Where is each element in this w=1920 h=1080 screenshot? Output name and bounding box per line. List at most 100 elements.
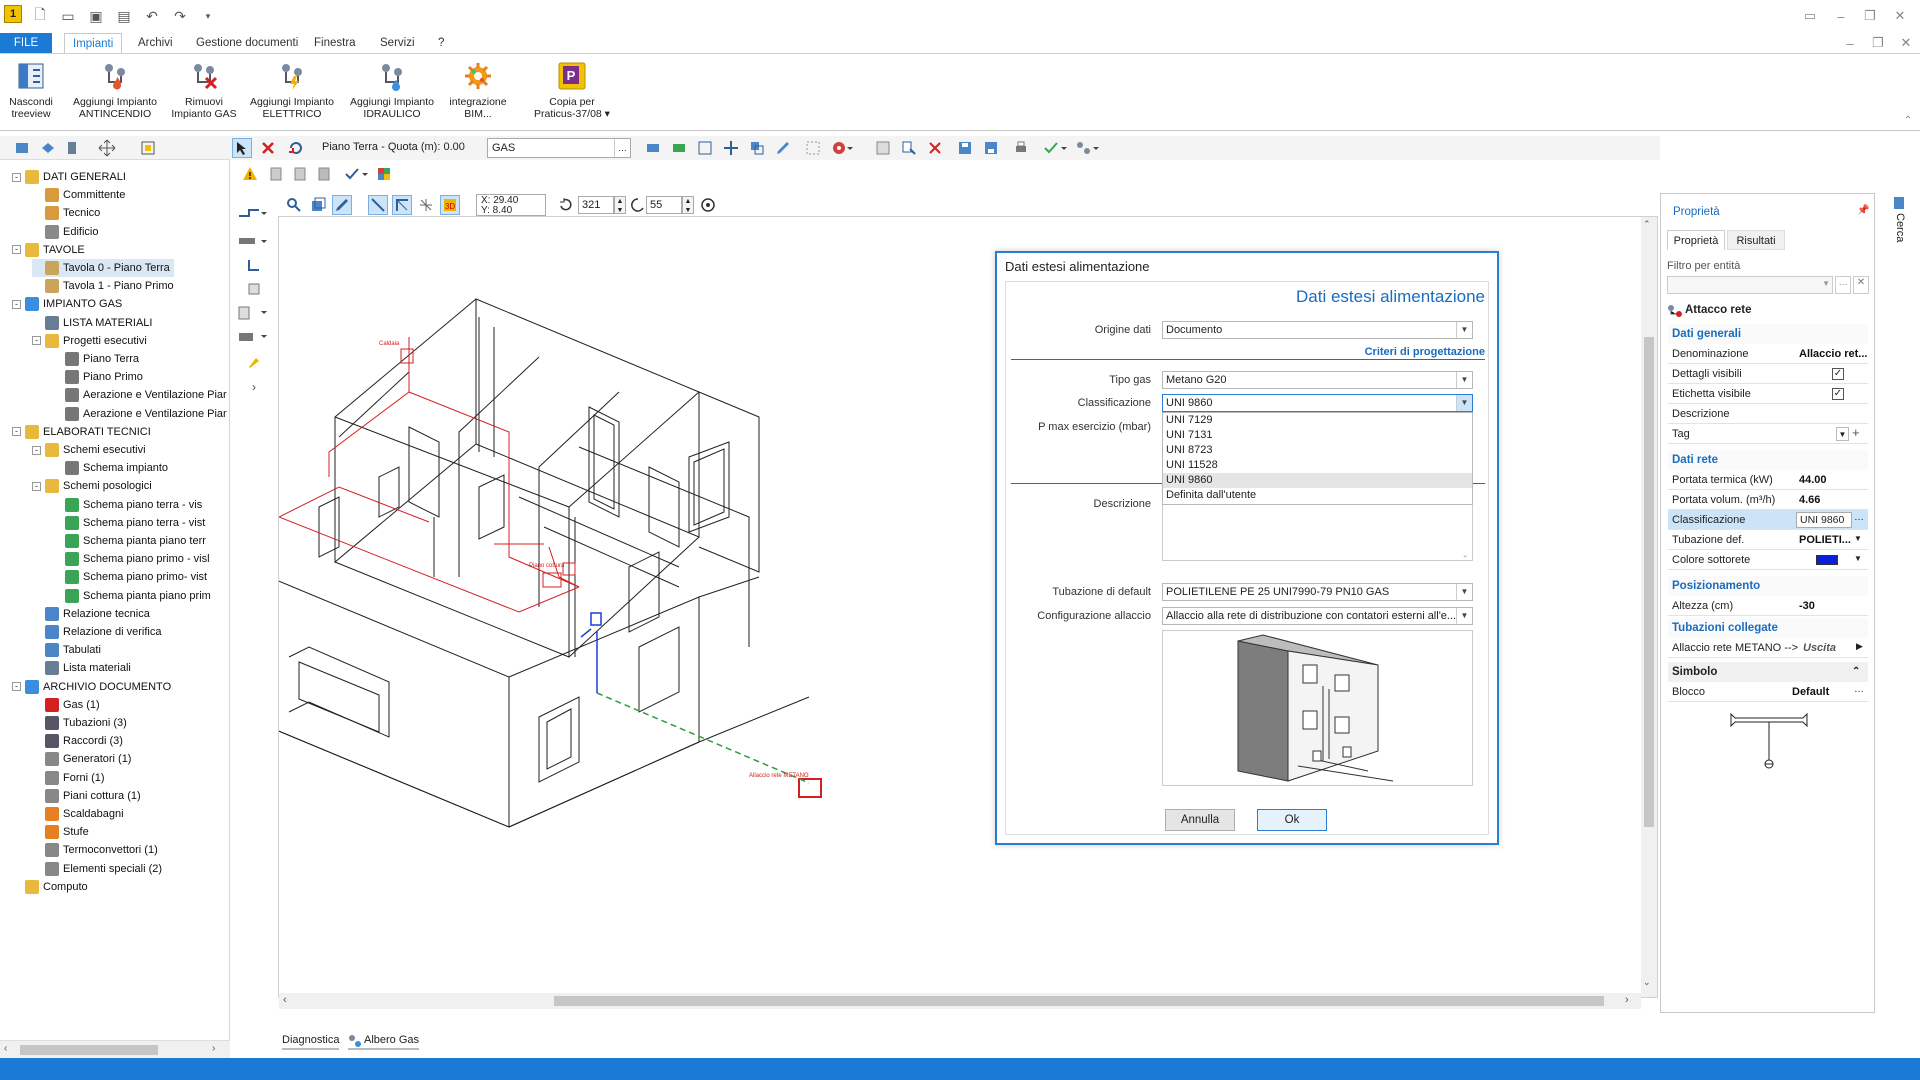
bim-integration-button[interactable]: integrazione BIM... <box>446 60 510 120</box>
tree-item[interactable]: - IMPIANTO GAS <box>12 295 122 313</box>
table-view-icon[interactable] <box>873 138 893 158</box>
tree-item[interactable]: Scaldabagni <box>32 805 124 823</box>
tree-item[interactable]: Lista materiali <box>32 659 131 677</box>
prop-denominazione[interactable]: Denominazione Allaccio ret... <box>1668 344 1868 364</box>
option-uni-8723[interactable]: UNI 8723 <box>1163 443 1472 458</box>
tubazione-chevron-down-icon[interactable]: ▼ <box>1854 534 1862 543</box>
tree-item[interactable]: Tavola 0 - Piano Terra <box>32 259 174 277</box>
network-menu-icon[interactable] <box>1073 138 1101 158</box>
remove-entity-icon[interactable] <box>925 138 945 158</box>
pipe-tool-icon[interactable] <box>234 203 270 223</box>
tree-item[interactable]: Elementi speciali (2) <box>32 860 162 878</box>
option-uni-7131[interactable]: UNI 7131 <box>1163 428 1472 443</box>
tree-item[interactable]: Piani cottura (1) <box>32 787 141 805</box>
tree-item[interactable]: Piano Primo <box>52 368 143 386</box>
tree-item[interactable]: Schema piano primo- vist <box>52 568 207 586</box>
scroll-up-icon[interactable]: ⌃ <box>1643 219 1651 230</box>
new-file-icon[interactable]: 🗋 <box>30 6 50 26</box>
save-as-layout-icon[interactable] <box>981 138 1001 158</box>
canvas-scroll-right-icon[interactable]: › <box>1625 994 1629 1006</box>
prop-descrizione[interactable]: Descrizione <box>1668 404 1868 424</box>
tipo-gas-select[interactable]: Metano G20 ▼ <box>1162 371 1473 389</box>
allaccio-arrow-icon[interactable]: ▶ <box>1856 641 1863 652</box>
filter-select[interactable]: ▼ <box>1667 276 1833 294</box>
origine-select[interactable]: Documento ▼ <box>1162 321 1473 339</box>
add-elettrico-button[interactable]: Aggiungi Impianto ELETTRICO <box>244 60 340 120</box>
cerca-side-tab[interactable]: Cerca <box>1887 195 1913 255</box>
option-definita-utente[interactable]: Definita dall'utente <box>1163 488 1472 503</box>
angle-1-input[interactable]: 321 <box>578 196 614 214</box>
print-icon[interactable] <box>1011 138 1031 158</box>
zoom-window-icon[interactable] <box>308 195 328 215</box>
tab-impianti[interactable]: Impianti <box>64 33 123 53</box>
hide-treeview-button[interactable]: Nascondi treeview <box>6 60 56 120</box>
render-icon[interactable] <box>698 195 718 215</box>
tubazione-chevron-down-icon[interactable]: ▼ <box>1456 584 1472 600</box>
draw-mode-icon[interactable] <box>332 195 352 215</box>
tree-tool-1-icon[interactable] <box>12 138 32 158</box>
tab-risultati[interactable]: Risultati <box>1727 230 1785 250</box>
meter-tool-icon[interactable] <box>234 231 270 251</box>
tipo-gas-chevron-down-icon[interactable]: ▼ <box>1456 372 1472 388</box>
blocco-more-icon[interactable]: … <box>1854 684 1864 695</box>
tree-item[interactable]: Stufe <box>32 823 89 841</box>
collapse-icon[interactable]: - <box>32 445 41 455</box>
tree-item[interactable]: Schema impianto <box>52 459 168 477</box>
collapse-icon[interactable]: - <box>12 172 21 182</box>
copy-entity-icon[interactable] <box>747 138 767 158</box>
tubazione-select[interactable]: POLIETILENE PE 25 UNI7990-79 PN10 GAS ▼ <box>1162 583 1473 601</box>
warning-icon[interactable] <box>240 164 260 184</box>
colore-chevron-down-icon[interactable]: ▼ <box>1854 554 1862 563</box>
app-icon[interactable]: 1 <box>4 5 22 23</box>
tree-item[interactable]: Termoconvettori (1) <box>32 841 158 859</box>
tilt-view-icon[interactable] <box>628 195 648 215</box>
palette-grid-icon[interactable] <box>374 164 394 184</box>
criteri-link[interactable]: Criteri di progettazione <box>1365 346 1485 358</box>
tab-diagnostica[interactable]: Diagnostica <box>282 1034 340 1050</box>
move-icon[interactable] <box>94 138 120 158</box>
collapse-icon[interactable]: - <box>12 299 21 309</box>
tree-item[interactable]: Tubazioni (3) <box>32 714 127 732</box>
prop-portata-volumetrica[interactable]: Portata volum. (m³/h) 4.66 <box>1668 490 1868 510</box>
save-all-icon[interactable]: ▤ <box>114 6 134 26</box>
tab-archivi[interactable]: Archivi <box>130 33 181 53</box>
tree-item[interactable]: Gas (1) <box>32 696 100 714</box>
tag-add-icon[interactable]: + <box>1852 425 1860 440</box>
config-select[interactable]: Allaccio alla rete di distribuzione con … <box>1162 607 1473 625</box>
file-menu[interactable]: FILE <box>0 33 52 53</box>
tree-item[interactable]: Aerazione e Ventilazione Piar <box>52 405 227 423</box>
doc-close-icon[interactable]: ✕ <box>1894 33 1918 53</box>
tree-tool-2-icon[interactable] <box>38 138 58 158</box>
tree-item[interactable]: Aerazione e Ventilazione Piar <box>52 386 227 404</box>
zoom-icon[interactable] <box>284 195 304 215</box>
prop-dettagli-visibili[interactable]: Dettagli visibili ✓ <box>1668 364 1868 384</box>
etichetta-checkbox[interactable]: ✓ <box>1832 388 1844 400</box>
collapse-simbolo-icon[interactable]: ⌃ <box>1852 662 1860 682</box>
paint-tool-icon[interactable] <box>244 353 264 373</box>
snap-icon[interactable] <box>392 195 412 215</box>
delete-tool-icon[interactable] <box>258 138 278 158</box>
save-layout-icon[interactable] <box>955 138 975 158</box>
edit-entity-icon[interactable] <box>773 138 793 158</box>
canvas-vscroll-thumb[interactable] <box>1644 337 1654 827</box>
prop-allaccio-rete[interactable]: Allaccio rete METANO --> Uscita ▶ <box>1668 638 1868 658</box>
tree-item[interactable]: - ELABORATI TECNICI <box>12 423 151 441</box>
filter-clear-icon[interactable]: ✕ <box>1853 276 1869 294</box>
system-select-more-icon[interactable]: … <box>614 139 630 157</box>
tree-item[interactable]: - Progetti esecutivi <box>32 332 147 350</box>
descrizione-scrollbar[interactable]: ⌄ <box>1459 497 1471 559</box>
tree-item[interactable]: LISTA MATERIALI <box>32 314 152 332</box>
tree-item[interactable]: - Schemi posologici <box>32 477 152 495</box>
ribbon-display-icon[interactable]: ▭ <box>1798 6 1822 26</box>
tree-item[interactable]: Generatori (1) <box>32 750 131 768</box>
boiler-tool-icon[interactable] <box>234 327 270 347</box>
tree-item[interactable]: - ARCHIVIO DOCUMENTO <box>12 678 171 696</box>
classificazione-chevron-down-icon[interactable]: ▼ <box>1456 395 1472 411</box>
3d-view-icon[interactable]: 3D <box>440 195 460 215</box>
system-select[interactable]: GAS … <box>487 138 631 158</box>
layer-2-icon[interactable] <box>669 138 689 158</box>
add-idraulico-button[interactable]: Aggiungi Impianto IDRAULICO <box>344 60 440 120</box>
tree-hscroll-thumb[interactable] <box>20 1045 158 1055</box>
tab-albero-gas[interactable]: Albero Gas <box>348 1034 420 1050</box>
canvas-hscrollbar[interactable]: ‹ › <box>279 993 1641 1009</box>
